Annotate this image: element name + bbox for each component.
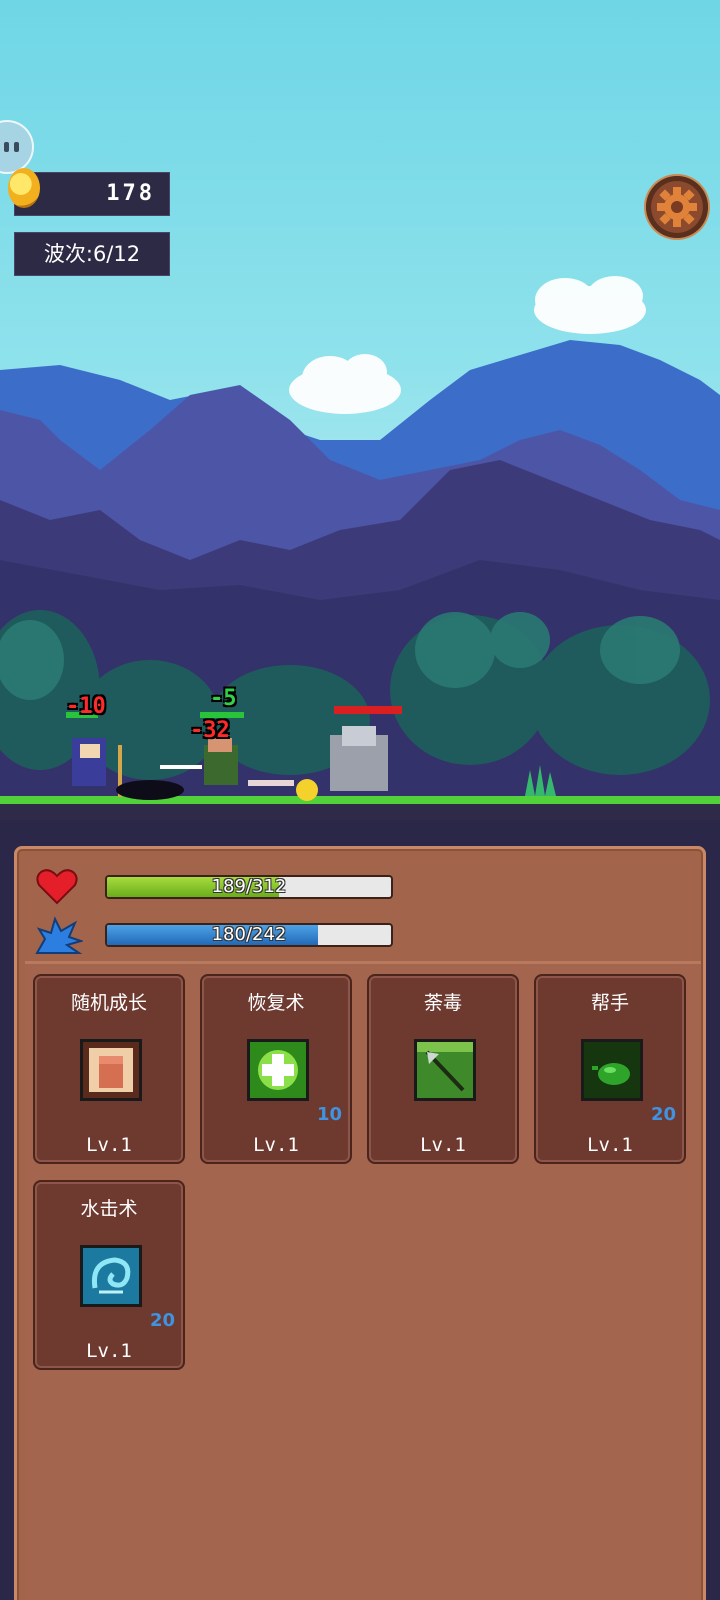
skill-name: 水击术	[80, 1198, 138, 1220]
skill-cost: 20	[650, 1104, 676, 1125]
damage-number: -10	[66, 694, 106, 719]
mp-bar: 180/242	[105, 923, 393, 947]
skill-level: Lv.1	[420, 1134, 466, 1156]
skill-level: Lv.1	[86, 1340, 132, 1362]
hp-stat: 189/312	[35, 867, 393, 907]
control-panel: 189/312 180/242 随机成长 Lv.1 恢复术 10 Lv.1 荼毒…	[14, 846, 706, 1600]
heart-icon	[36, 869, 78, 905]
skill-card[interactable]: 荼毒 Lv.1	[367, 974, 519, 1164]
fist-icon	[80, 1039, 142, 1101]
wave-indicator: 波次:6/12	[14, 232, 170, 276]
scene-background	[0, 276, 720, 820]
skill-cost: 20	[149, 1310, 175, 1331]
dropped-coin-icon	[296, 779, 318, 801]
skill-cost: 10	[316, 1104, 342, 1125]
skill-level: Lv.1	[253, 1134, 299, 1156]
water-wave-icon	[80, 1245, 142, 1307]
skill-name: 荼毒	[423, 992, 462, 1014]
skills-grid: 随机成长 Lv.1 恢复术 10 Lv.1 荼毒 Lv.1 帮手 20 Lv.1…	[25, 961, 701, 1600]
damage-number: -32	[190, 718, 230, 743]
slime-icon	[581, 1039, 643, 1101]
settings-button[interactable]	[644, 174, 710, 240]
battle-scene: 178 波次:6/12 -10 -5 -32	[0, 0, 720, 820]
skill-name: 恢复术	[247, 992, 305, 1014]
skill-name: 帮手	[590, 992, 629, 1014]
hp-value: 189/312	[211, 876, 287, 897]
mp-stat: 180/242	[35, 915, 393, 955]
poison-arrow-icon	[414, 1039, 476, 1101]
skill-card[interactable]: 水击术 20 Lv.1	[33, 1180, 185, 1370]
skill-card[interactable]: 帮手 20 Lv.1	[534, 974, 686, 1164]
gold-amount: 178	[106, 181, 155, 206]
gold-coin-icon	[8, 168, 40, 208]
skill-card[interactable]: 随机成长 Lv.1	[33, 974, 185, 1164]
shadow-blob	[116, 780, 184, 800]
damage-number: -5	[210, 686, 237, 711]
mana-splash-icon	[35, 916, 83, 954]
mp-value: 180/242	[211, 924, 287, 945]
hp-bar: 189/312	[105, 875, 393, 899]
gear-icon	[657, 187, 697, 227]
skill-name: 随机成长	[70, 992, 147, 1014]
skill-card[interactable]: 恢复术 10 Lv.1	[200, 974, 352, 1164]
skill-level: Lv.1	[86, 1134, 132, 1156]
bubble-eye-icon	[4, 142, 9, 152]
skill-level: Lv.1	[587, 1134, 633, 1156]
heal-cross-icon	[247, 1039, 309, 1101]
bubble-eye-icon	[14, 142, 19, 152]
